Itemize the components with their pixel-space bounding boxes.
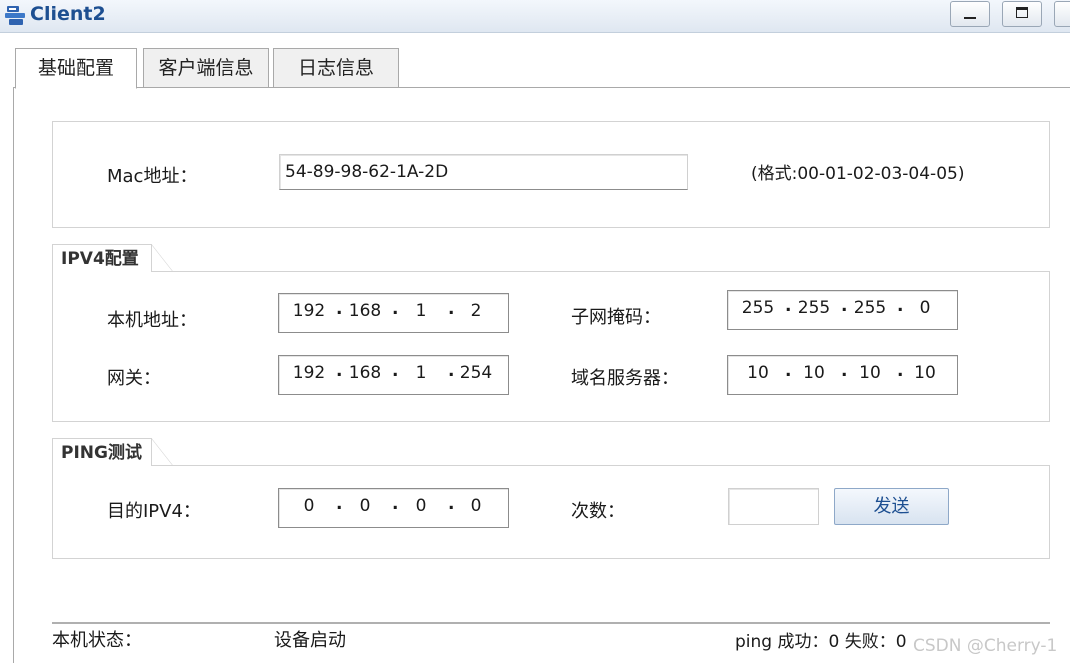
gateway-label: 网关： [107,368,161,389]
dns-server-octet-4[interactable]: 10 [905,363,945,383]
dest-ipv4-octet-4[interactable]: 0 [456,496,496,516]
send-button[interactable]: 发送 [834,488,949,525]
ipv4-group-title: IPV4配置 [52,244,173,272]
count-input[interactable] [728,488,819,525]
title-bar: Client2 [0,0,1070,33]
dest-ipv4-input[interactable]: 0 . 0 . 0 . 0 [278,488,509,528]
subnet-mask-input[interactable]: 255 . 255 . 255 . 0 [727,290,958,330]
gateway-octet-4[interactable]: 254 [456,363,496,383]
subnet-mask-octet-4[interactable]: 0 [905,298,945,318]
count-label: 次数： [571,501,625,522]
gateway-octet-2[interactable]: 168 [345,363,385,383]
maximize-icon [1016,7,1028,18]
dns-server-octet-3[interactable]: 10 [850,363,890,383]
status-divider [52,622,1050,624]
dest-ipv4-label: 目的IPV4： [107,501,201,522]
device-status-label: 本机状态： [52,630,142,651]
minimize-icon [964,17,976,19]
gateway-octet-3[interactable]: 1 [401,363,441,383]
dest-ipv4-octet-1[interactable]: 0 [289,496,329,516]
window-title: Client2 [30,3,106,25]
local-address-octet-1[interactable]: 192 [289,301,329,321]
minimize-button[interactable] [950,1,990,27]
subnet-mask-octet-1[interactable]: 255 [738,298,778,318]
csdn-watermark: CSDN @Cherry-1 [913,636,1058,656]
tab-log-info[interactable]: 日志信息 [273,48,399,88]
mac-address-value: 54-89-98-62-1A-2D [285,162,449,182]
mac-address-input[interactable]: 54-89-98-62-1A-2D [279,154,688,190]
local-address-octet-2[interactable]: 168 [345,301,385,321]
tab-client-info[interactable]: 客户端信息 [143,48,269,88]
device-status-value: 设备启动 [274,630,346,651]
dns-server-octet-1[interactable]: 10 [738,363,778,383]
gateway-octet-1[interactable]: 192 [289,363,329,383]
dns-server-input[interactable]: 10 . 10 . 10 . 10 [727,355,958,395]
close-button[interactable] [1054,1,1070,27]
subnet-mask-label: 子网掩码： [571,307,661,328]
content-left-border [13,87,14,663]
subnet-mask-octet-2[interactable]: 255 [794,298,834,318]
subnet-mask-octet-3[interactable]: 255 [850,298,890,318]
mac-format-hint: (格式:00-01-02-03-04-05) [751,164,965,184]
ping-result-text: ping 成功：0 失败：0 [735,632,907,652]
tab-basic-config[interactable]: 基础配置 [15,48,137,89]
gateway-input[interactable]: 192 . 168 . 1 . 254 [278,355,509,395]
dest-ipv4-octet-2[interactable]: 0 [345,496,385,516]
local-address-input[interactable]: 192 . 168 . 1 . 2 [278,293,509,333]
client-app-icon [5,6,25,25]
mac-label: Mac地址： [107,166,198,187]
maximize-button[interactable] [1002,1,1042,27]
local-address-label: 本机地址： [107,310,197,331]
local-address-octet-4[interactable]: 2 [456,301,496,321]
dns-server-octet-2[interactable]: 10 [794,363,834,383]
local-address-octet-3[interactable]: 1 [401,301,441,321]
dest-ipv4-octet-3[interactable]: 0 [401,496,441,516]
ping-group-title: PING测试 [52,438,173,466]
dns-server-label: 域名服务器： [571,368,679,389]
